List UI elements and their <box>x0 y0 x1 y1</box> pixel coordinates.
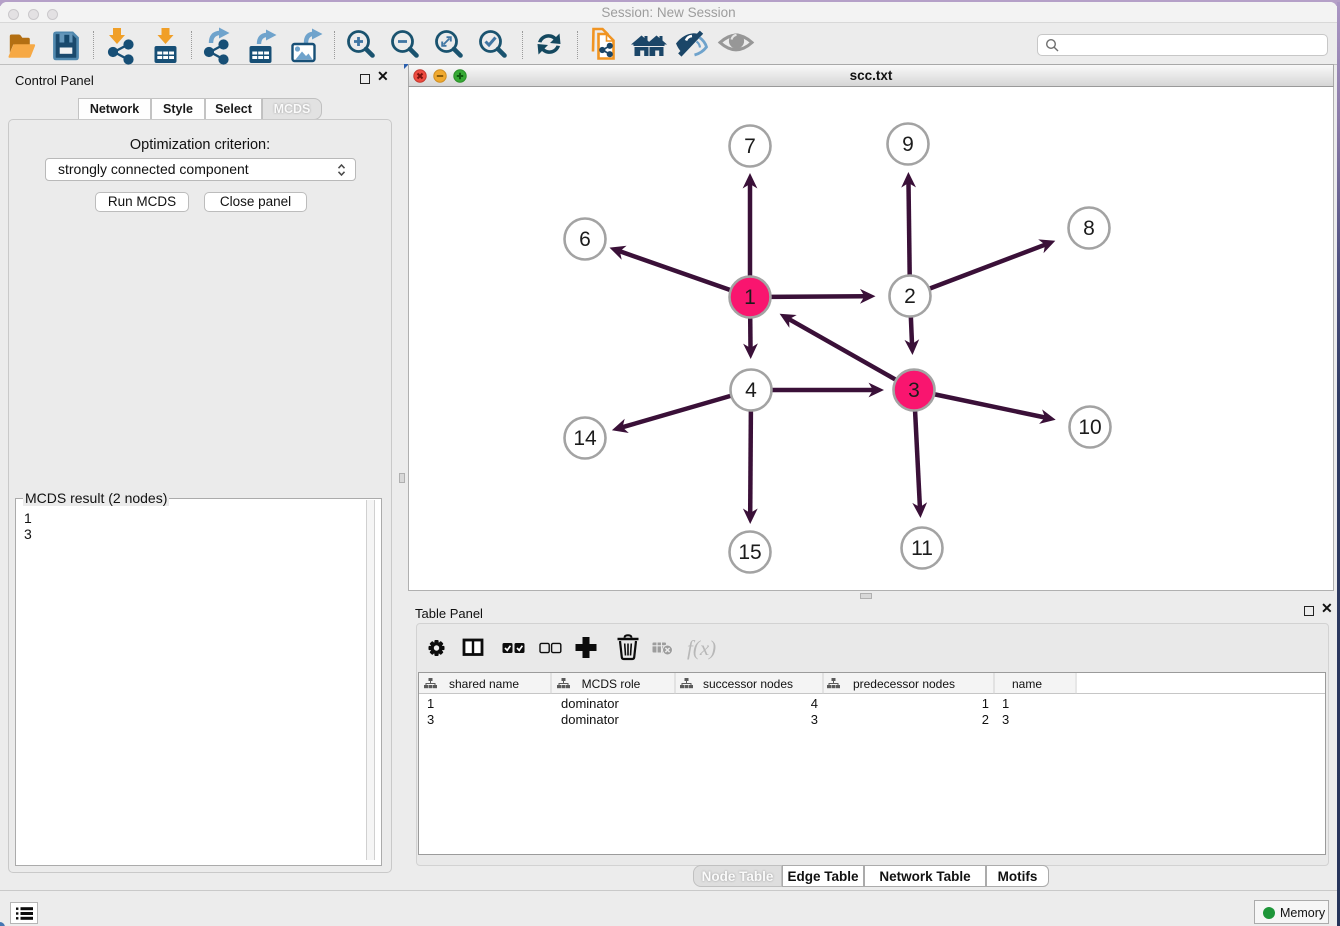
svg-text:10: 10 <box>1078 416 1101 439</box>
svg-text:6: 6 <box>579 228 591 251</box>
svg-text:MCDS role: MCDS role <box>582 677 641 691</box>
svg-text:11: 11 <box>911 537 933 560</box>
svg-text:2: 2 <box>904 285 916 308</box>
svg-text:3: 3 <box>908 379 920 402</box>
svg-text:15: 15 <box>738 541 761 564</box>
svg-text:1: 1 <box>744 286 756 309</box>
svg-text:4: 4 <box>745 379 757 402</box>
svg-text:f(x): f(x) <box>687 636 716 660</box>
svg-text:shared name: shared name <box>449 677 519 691</box>
svg-text:successor nodes: successor nodes <box>703 677 793 691</box>
svg-text:9: 9 <box>902 133 914 156</box>
svg-text:8: 8 <box>1083 217 1095 240</box>
svg-text:name: name <box>1012 677 1042 691</box>
svg-text:predecessor nodes: predecessor nodes <box>853 677 955 691</box>
svg-text:7: 7 <box>744 135 756 158</box>
svg-text:14: 14 <box>573 427 597 450</box>
